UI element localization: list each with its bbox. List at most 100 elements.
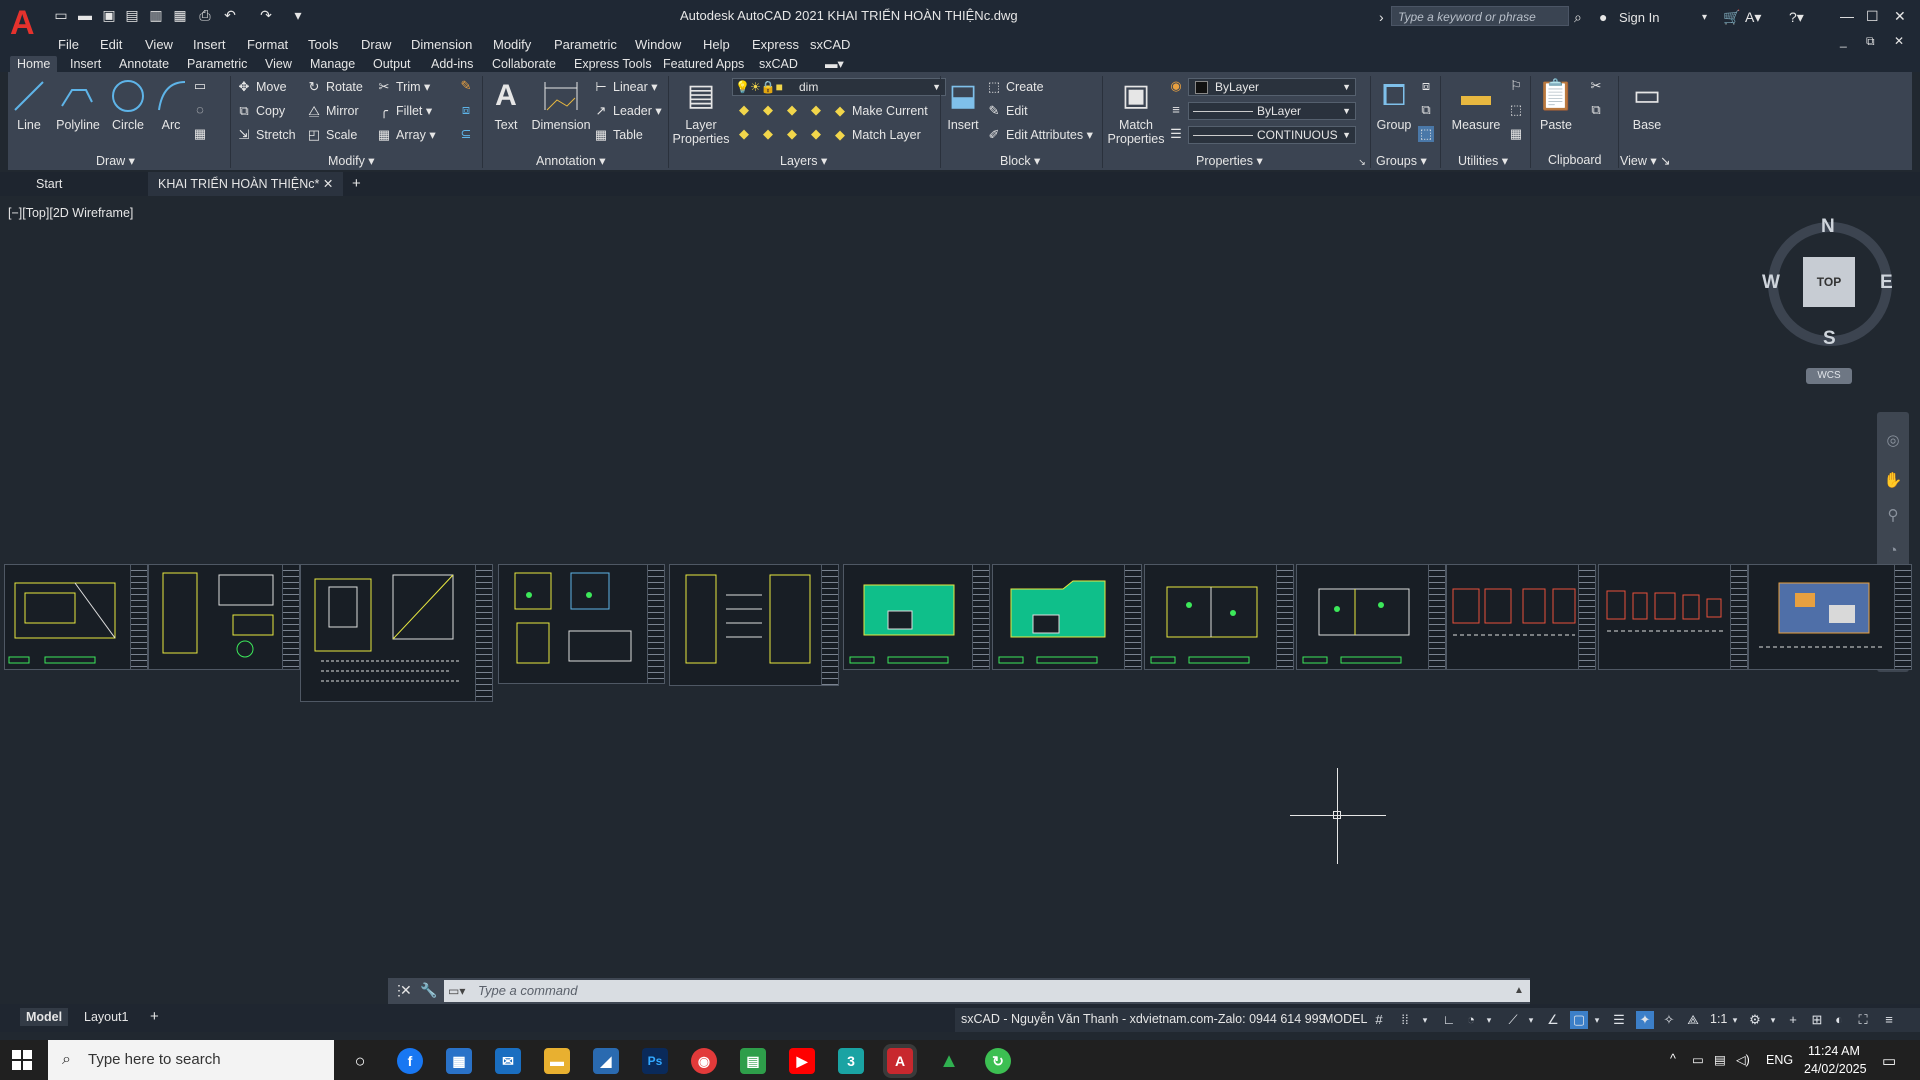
compass-south[interactable]: S <box>1823 328 1836 350</box>
menu-dimension[interactable]: Dimension <box>411 37 472 52</box>
new-file-icon[interactable]: ▭ <box>53 8 69 23</box>
clean-screen-icon[interactable]: ⛶ <box>1854 1011 1872 1029</box>
menu-modify[interactable]: Modify <box>493 37 531 52</box>
tab-insert[interactable]: Insert <box>70 56 101 72</box>
drawing-sheet[interactable] <box>1446 564 1596 670</box>
annotation-visibility-icon[interactable]: ✦ <box>1636 1011 1654 1029</box>
ungroup-icon[interactable]: ⧈ <box>1418 78 1434 94</box>
sign-in-button[interactable]: Sign In <box>1619 10 1659 26</box>
viewcube-top[interactable]: TOP <box>1803 257 1855 307</box>
google-drive-icon[interactable]: ▲ <box>936 1048 962 1074</box>
groups-panel-title[interactable]: Groups ▾ <box>1376 153 1427 168</box>
properties-panel-title[interactable]: Properties ▾ <box>1196 153 1263 168</box>
paste-button[interactable]: 📋 Paste <box>1534 76 1578 132</box>
calculator-icon[interactable]: ▦ <box>1508 126 1524 142</box>
layers-panel-title[interactable]: Layers ▾ <box>780 153 827 168</box>
lineweight-toggle-icon[interactable]: ☰ <box>1610 1011 1628 1029</box>
annotation-panel-title[interactable]: Annotation ▾ <box>536 153 606 168</box>
object-snap-dropdown-icon[interactable]: ▾ <box>1588 1011 1606 1029</box>
stretch-button[interactable]: ⇲ Stretch <box>236 126 296 144</box>
polar-dropdown-icon[interactable]: ▾ <box>1480 1011 1498 1029</box>
make-current-button[interactable]: ◆ Make Current <box>832 102 928 120</box>
linetype-dropdown[interactable]: CONTINUOUS ▼ <box>1188 126 1356 144</box>
offset-icon[interactable]: ⊆ <box>458 126 474 142</box>
isolate-objects-icon[interactable]: ◐ <box>1830 1011 1848 1029</box>
minimize-icon[interactable]: — <box>1840 8 1854 24</box>
close-doc-icon[interactable]: ✕ <box>1894 33 1904 49</box>
annotation-scale-value[interactable]: 1:1 <box>1710 1012 1727 1026</box>
tab-parametric[interactable]: Parametric <box>187 56 247 72</box>
search-icon[interactable]: ⌕ <box>1574 9 1582 25</box>
sign-in-dropdown-icon[interactable]: ▾ <box>1702 10 1707 26</box>
group-button[interactable]: ⧠ Group <box>1374 76 1414 132</box>
menu-express[interactable]: Express <box>752 37 799 52</box>
annotation-scale-icon[interactable]: ⟁ <box>1684 1011 1702 1029</box>
model-space-button[interactable]: MODEL <box>1323 1012 1367 1026</box>
tab-home[interactable]: Home <box>10 56 58 72</box>
tab-view[interactable]: View <box>265 56 292 72</box>
create-block-button[interactable]: ⬚ Create <box>986 78 1044 96</box>
layer-properties-button[interactable]: ▤ Layer Properties <box>672 76 730 146</box>
add-layout-button[interactable]: + <box>144 1008 165 1026</box>
ucs-menu[interactable]: WCS <box>1806 368 1852 384</box>
menu-tools[interactable]: Tools <box>308 37 338 52</box>
color-wheel-icon[interactable]: ◉ <box>1168 78 1184 94</box>
drawing-sheet[interactable] <box>498 564 665 684</box>
rectangle-icon[interactable]: ▭ <box>192 78 208 94</box>
tray-chevron-icon[interactable]: ^ <box>1670 1052 1676 1066</box>
text-button[interactable]: A Text <box>488 76 524 132</box>
minimize-doc-icon[interactable]: _ <box>1840 33 1847 49</box>
layer-dropdown[interactable]: 💡☀🔒■ dim ▼ <box>732 78 946 96</box>
clock-date[interactable]: 24/02/2025 <box>1804 1062 1867 1076</box>
modify-panel-title[interactable]: Modify ▾ <box>328 153 375 168</box>
arc-button[interactable]: Arc <box>152 76 190 132</box>
tab-annotate[interactable]: Annotate <box>119 56 169 72</box>
edit-attributes-button[interactable]: ✐ Edit Attributes ▾ <box>986 126 1093 144</box>
notification-icon[interactable]: ▭ <box>1882 1052 1896 1070</box>
app-icon[interactable]: ↻ <box>985 1048 1011 1074</box>
table-button[interactable]: ▦ Table <box>593 126 643 144</box>
layer-on-icon[interactable]: ◆ <box>736 126 752 142</box>
explode-icon[interactable]: ⧈ <box>458 102 474 118</box>
cart-icon[interactable]: 🛒 <box>1723 9 1740 25</box>
layer-freeze-icon[interactable]: ◆ <box>784 102 800 118</box>
units-icon[interactable]: ⊞ <box>1808 1011 1826 1029</box>
layer-unisolate-icon[interactable]: ◆ <box>760 126 776 142</box>
measure-button[interactable]: ▬ Measure <box>1446 76 1506 132</box>
ortho-icon[interactable]: ∟ <box>1440 1011 1458 1029</box>
block-panel-title[interactable]: Block ▾ <box>1000 153 1040 168</box>
isodraft-icon[interactable]: ⟋ <box>1504 1011 1522 1029</box>
polar-icon[interactable]: ◔ <box>1462 1011 1480 1029</box>
3ds-max-icon[interactable]: 3 <box>838 1048 864 1074</box>
base-view-button[interactable]: ▭ Base <box>1622 76 1672 132</box>
mail-icon[interactable]: ✉ <box>495 1048 521 1074</box>
layer-off-icon[interactable]: ◆ <box>736 102 752 118</box>
line-button[interactable]: Line <box>10 76 48 132</box>
drawing-sheet[interactable] <box>4 564 148 670</box>
file-explorer-icon[interactable]: ▬ <box>544 1048 570 1074</box>
photoshop-icon[interactable]: Ps <box>642 1048 668 1074</box>
print-icon[interactable]: ⎙ <box>197 8 213 23</box>
layer-unlock-icon[interactable]: ◆ <box>808 126 824 142</box>
search-expand-icon[interactable]: › <box>1379 9 1384 25</box>
tab-manage[interactable]: Manage <box>310 56 355 72</box>
close-tab-icon[interactable]: ✕ <box>323 177 333 191</box>
group-edit-icon[interactable]: ⧉ <box>1418 102 1434 118</box>
color-dropdown[interactable]: ByLayer ▼ <box>1188 78 1356 96</box>
insert-block-button[interactable]: ⬓ Insert <box>944 76 982 132</box>
help-icon[interactable]: ?▾ <box>1789 9 1804 25</box>
network-icon[interactable]: ▤ <box>1714 1052 1726 1067</box>
compass-east[interactable]: E <box>1880 272 1893 294</box>
copy-clip-icon[interactable]: ⧉ <box>1588 102 1604 118</box>
tab-sxcad[interactable]: sxCAD <box>759 56 798 72</box>
zoom-icon[interactable]: ⚲ <box>1882 505 1904 527</box>
match-properties-button[interactable]: ▣ Match Properties <box>1106 76 1166 146</box>
leader-button[interactable]: ↗ Leader ▾ <box>593 102 662 120</box>
tab-featured-apps[interactable]: Featured Apps <box>663 56 744 72</box>
compass-west[interactable]: W <box>1762 272 1780 294</box>
app-icon[interactable]: ▤ <box>740 1048 766 1074</box>
customize-command-icon[interactable]: 🔧 <box>420 982 437 998</box>
select-all-icon[interactable]: ⬚ <box>1508 102 1524 118</box>
ribbon-minimize-icon[interactable]: ▬▾ <box>825 56 844 72</box>
app-icon[interactable]: ◢ <box>593 1048 619 1074</box>
